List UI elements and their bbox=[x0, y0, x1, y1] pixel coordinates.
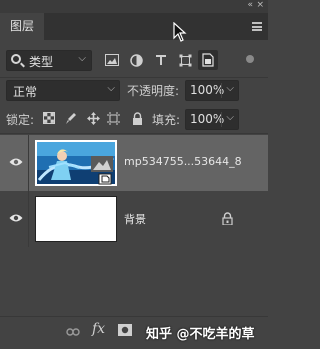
opacity-value: 100% bbox=[190, 83, 225, 97]
image-filter-icon[interactable] bbox=[104, 52, 120, 68]
divider bbox=[0, 77, 268, 78]
mouse-cursor-icon bbox=[173, 22, 187, 42]
adjustment-filter-icon[interactable] bbox=[128, 52, 144, 68]
lock-artboard-icon[interactable] bbox=[106, 111, 120, 125]
divider bbox=[221, 83, 222, 98]
lock-label: 锁定: bbox=[6, 113, 35, 127]
opacity-label: 不透明度: bbox=[127, 84, 180, 98]
panel-top-strip: « × bbox=[0, 0, 268, 13]
divider bbox=[28, 135, 29, 191]
panel-menu-icon[interactable] bbox=[252, 22, 262, 31]
layer-row[interactable]: 背景 bbox=[0, 191, 268, 247]
visibility-eye-icon[interactable] bbox=[9, 157, 23, 167]
add-mask-icon[interactable] bbox=[118, 324, 132, 336]
watermark: 知乎 @不吃羊的草 bbox=[146, 327, 255, 342]
divider bbox=[28, 191, 29, 247]
fill-value: 100% bbox=[190, 112, 225, 126]
fill-label: 填充: bbox=[152, 113, 181, 127]
search-icon bbox=[11, 54, 21, 64]
tab-layers[interactable]: 图层 bbox=[0, 13, 44, 40]
lock-transparent-pixels-icon[interactable] bbox=[42, 111, 56, 125]
shape-filter-icon[interactable] bbox=[177, 52, 193, 68]
layer-name[interactable]: 背景 bbox=[124, 211, 146, 227]
smart-object-filter-icon[interactable] bbox=[198, 50, 218, 70]
close-panel-icon[interactable]: × bbox=[256, 0, 264, 10]
filter-kind-label: 类型 bbox=[29, 55, 54, 69]
chevron-down-icon: ⌵ bbox=[226, 83, 234, 94]
filter-toggle-icon[interactable] bbox=[246, 55, 254, 63]
opacity-field[interactable]: 100% ⌵ bbox=[185, 80, 239, 101]
panel-footer: fx 知乎 @不吃羊的草 bbox=[0, 316, 268, 349]
layer-style-button[interactable]: fx bbox=[92, 321, 105, 337]
chevron-down-icon: ⌵ bbox=[107, 83, 115, 94]
chevron-down-icon: ⌵ bbox=[78, 53, 86, 64]
divider bbox=[0, 133, 268, 134]
lock-all-icon[interactable] bbox=[130, 111, 144, 125]
link-layers-icon[interactable] bbox=[66, 327, 80, 337]
type-filter-icon[interactable] bbox=[153, 52, 169, 68]
lock-icon[interactable] bbox=[222, 212, 233, 225]
fill-field[interactable]: 100% ⌵ bbox=[185, 109, 239, 130]
blend-mode-value: 正常 bbox=[13, 85, 38, 99]
blend-mode-select[interactable]: 正常 ⌵ bbox=[6, 80, 120, 101]
divider bbox=[221, 112, 222, 127]
chevron-down-icon: ⌵ bbox=[226, 112, 234, 123]
filter-kind-select[interactable]: 类型 ⌵ bbox=[6, 50, 92, 71]
lock-image-pixels-icon[interactable] bbox=[64, 111, 78, 125]
lock-position-icon[interactable] bbox=[86, 111, 100, 125]
panel-tab-bar: 图层 bbox=[0, 13, 268, 40]
collapse-panel-icon[interactable]: « bbox=[247, 0, 252, 10]
layer-thumbnail[interactable] bbox=[35, 196, 117, 242]
visibility-eye-icon[interactable] bbox=[9, 213, 23, 223]
layer-name[interactable]: mp534755...53644_8 bbox=[124, 155, 242, 168]
layer-row[interactable]: mp534755...53644_8 bbox=[0, 135, 268, 191]
layer-thumbnail[interactable] bbox=[35, 140, 117, 186]
